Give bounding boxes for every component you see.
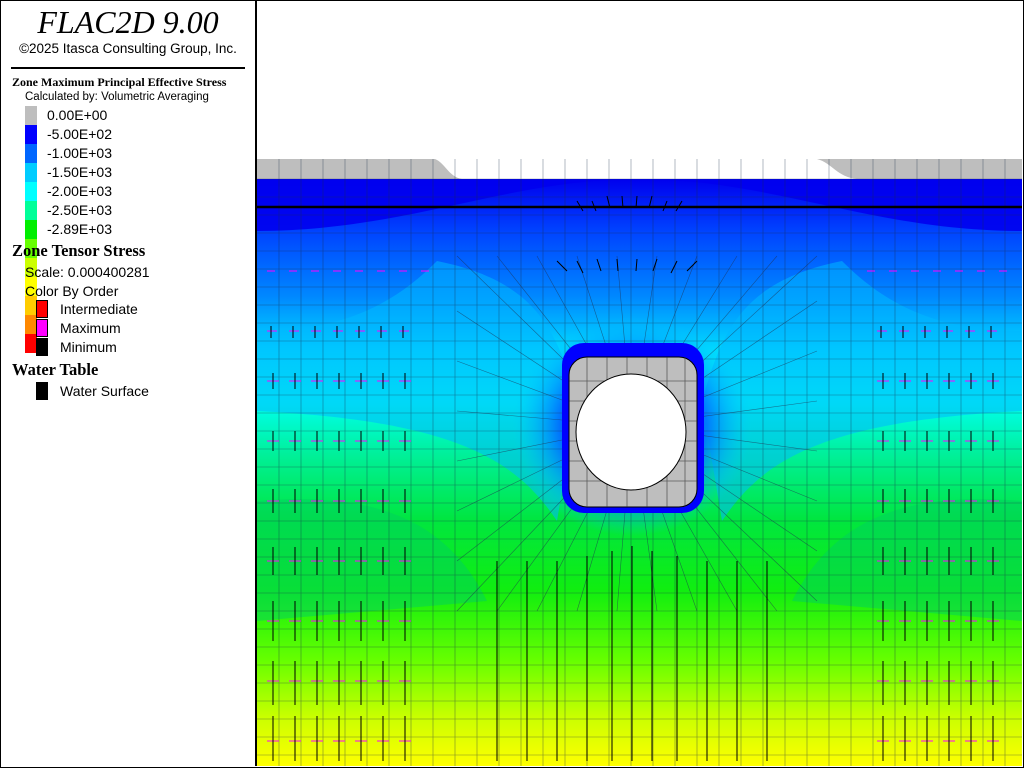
copyright-text: ©2025 Itasca Consulting Group, Inc. — [19, 41, 237, 56]
contour-title: Zone Maximum Principal Effective Stress — [12, 75, 227, 89]
colorbar-label: -2.89E+03 — [47, 221, 112, 237]
maximum-label: Maximum — [60, 320, 121, 336]
colorbar-swatch — [25, 144, 37, 163]
tensor-title: Zone Tensor Stress — [12, 241, 146, 260]
colorbar-label: -2.00E+03 — [47, 183, 112, 199]
colorbar-swatch — [25, 220, 37, 239]
colorbar-label: -1.50E+03 — [47, 164, 112, 180]
colorbar-swatch — [25, 106, 37, 125]
tunnel — [562, 343, 704, 513]
colorbar-swatch — [25, 182, 37, 201]
tensor-scale: Scale: 0.000400281 — [25, 264, 150, 280]
model-plot[interactable] — [257, 1, 1022, 766]
colorbar-label: -1.00E+03 — [47, 145, 112, 161]
intermediate-label: Intermediate — [60, 301, 138, 317]
contour-subtitle: Calculated by: Volumetric Averaging — [25, 91, 209, 103]
app-title: FLAC2D 9.00 — [37, 4, 219, 40]
colorbar-label: -5.00E+02 — [47, 126, 112, 142]
water-surface-label: Water Surface — [60, 383, 149, 399]
colorbar-label: 0.00E+00 — [47, 107, 108, 123]
minimum-label: Minimum — [60, 339, 117, 355]
maximum-swatch — [36, 319, 48, 337]
colorbar-swatch — [25, 125, 37, 144]
colorbar-label: -2.50E+03 — [47, 202, 112, 218]
minimum-swatch — [36, 338, 48, 356]
colorbar-swatch — [25, 201, 37, 220]
intermediate-swatch — [36, 300, 48, 318]
water-table-title: Water Table — [12, 360, 99, 379]
colorbar-swatch — [25, 163, 37, 182]
legend-panel: FLAC2D 9.00 ©2025 Itasca Consulting Grou… — [1, 1, 257, 766]
tensor-color-by: Color By Order — [25, 283, 119, 299]
water-surface-swatch — [36, 382, 48, 400]
title-divider — [11, 67, 245, 69]
